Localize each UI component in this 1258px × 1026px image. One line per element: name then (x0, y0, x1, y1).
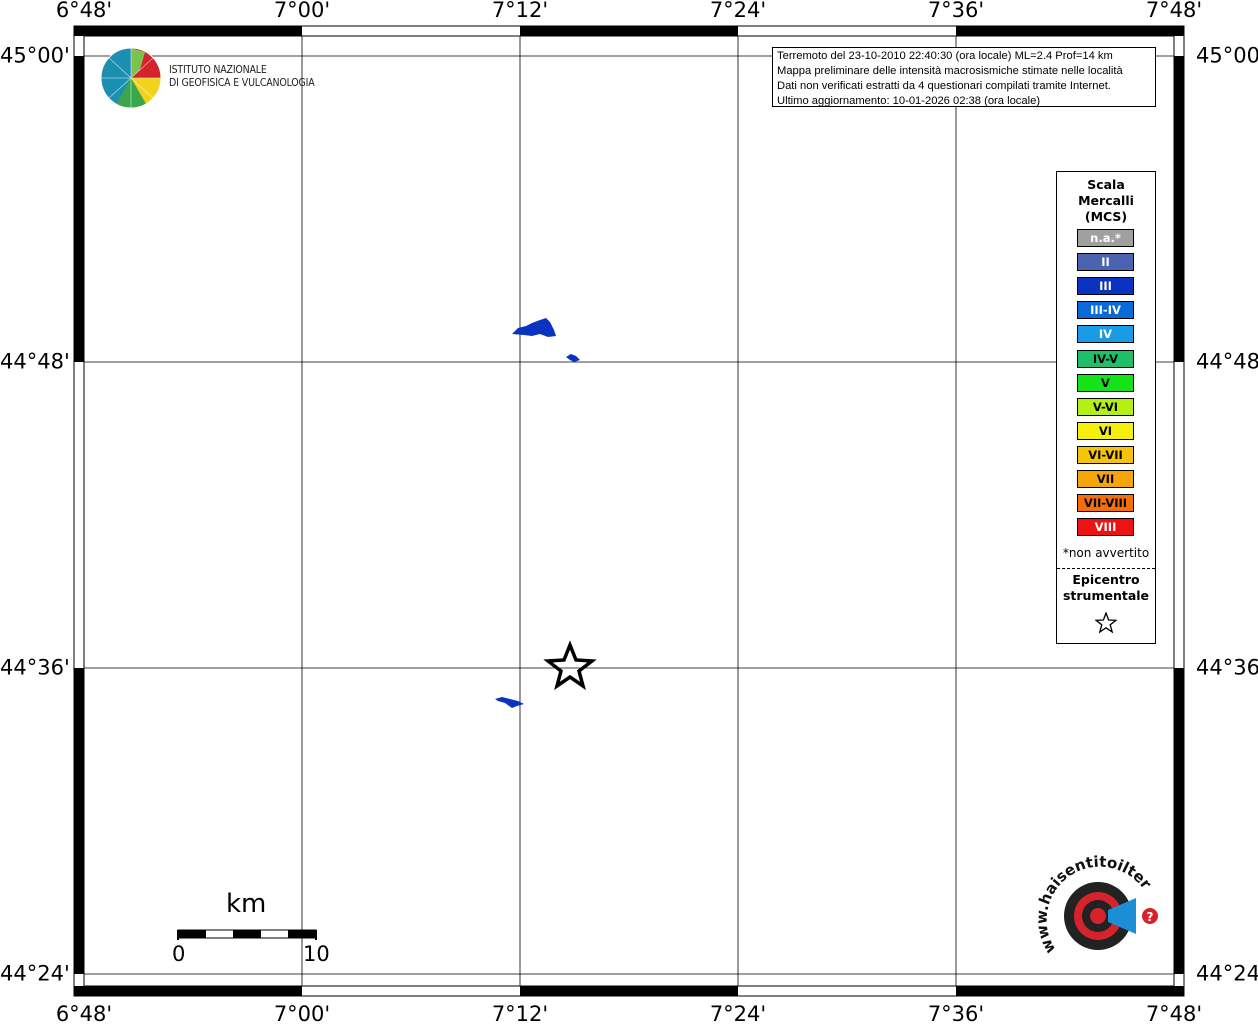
graticule (84, 36, 1174, 986)
intensity-area-1[interactable] (512, 318, 556, 337)
info-line-2: Mappa preliminare delle intensità macros… (777, 65, 1123, 77)
epicenter-title-line-1: Epicentro (1072, 572, 1140, 587)
lon-label-bottom-4: 7°36' (927, 1002, 985, 1026)
lat-label-right-3: 44°24' (1196, 961, 1258, 986)
map-inner-frame (83, 35, 1175, 987)
svg-text:www.haisentitoilterremoto.it: www.haisentitoilterremoto.it (0, 0, 1155, 957)
legend-swatch-2: III (1077, 277, 1134, 296)
lat-label-left-0: 45°00' (0, 43, 70, 68)
lon-label-top-0: 6°48' (55, 0, 113, 22)
lon-label-bottom-5: 7°48' (1145, 1002, 1203, 1026)
legend-swatch-5: IV-V (1077, 349, 1134, 368)
lat-label-right-0: 45°00' (1196, 43, 1258, 68)
legend-swatch-8: VI (1077, 421, 1134, 440)
scale-end-label: 10 (303, 942, 330, 966)
lon-label-top-4: 7°36' (927, 0, 985, 22)
border-checker-top (74, 26, 1184, 36)
legend-swatch-3: III-IV (1077, 301, 1134, 320)
legend-title-line-2: Mercalli (1078, 193, 1134, 208)
hsit-logo-text: www.haisentitoilterremoto.it (0, 0, 1155, 957)
epicenter-legend-title: Epicentro strumentale (1057, 572, 1155, 604)
lon-label-bottom-1: 7°00' (273, 1002, 331, 1026)
epicenter-legend-star-icon (1095, 612, 1117, 634)
legend-swatch-0: n.a.* (1077, 229, 1134, 247)
legend-note: *non avvertito (1062, 546, 1150, 560)
lat-label-right-2: 44°36' (1196, 655, 1258, 680)
hsit-logo-icon: ? www.haisentitoilterremoto.it (0, 0, 1158, 957)
legend-swatch-7: V-VI (1077, 397, 1134, 416)
mcs-legend: Scala Mercalli (MCS) n.a.* II III III-IV IV I… (1056, 171, 1156, 644)
earthquake-info-box: Terremoto del 23-10-2010 22:40:30 (ora l… (772, 47, 1156, 107)
lon-label-bottom-2: 7°12' (491, 1002, 549, 1026)
legend-swatch-6: V (1077, 373, 1134, 392)
scale-bar (177, 929, 317, 940)
info-line-4: Ultimo aggiornamento: 10-01-2026 02:38 (… (777, 95, 1041, 107)
border-checker-right (1174, 56, 1184, 974)
ingv-name: ISTITUTO NAZIONALE DI GEOFISICA E VULCAN… (169, 64, 315, 90)
legend-title-line-1: Scala (1087, 177, 1125, 192)
lon-label-top-3: 7°24' (709, 0, 767, 22)
legend-title-line-3: (MCS) (1084, 209, 1128, 224)
legend-title: Scala Mercalli (MCS) (1057, 177, 1155, 225)
legend-swatch-9: VI-VII (1077, 445, 1134, 464)
lat-label-right-1: 44°48' (1196, 349, 1258, 374)
scale-unit-label: km (226, 889, 267, 919)
info-line-3: Dati non verificati estratti da 4 questi… (777, 80, 1111, 92)
border-checker-left (74, 56, 84, 974)
scale-start-label: 0 (172, 942, 186, 966)
intensity-area-2[interactable] (566, 354, 580, 362)
ingv-name-line-2: DI GEOFISICA E VULCANOLOGIA (169, 77, 315, 89)
map-frame (73, 25, 1185, 997)
info-line-1: Terremoto del 23-10-2010 22:40:30 (ora l… (777, 50, 1113, 62)
legend-swatch-4: IV (1077, 325, 1134, 344)
lon-label-bottom-0: 6°48' (55, 1002, 113, 1026)
legend-swatch-11: VII-VIII (1077, 494, 1134, 513)
legend-swatch-12: VIII (1077, 518, 1134, 537)
epicenter-star[interactable] (543, 640, 597, 691)
legend-swatch-10: VII (1077, 470, 1134, 488)
svg-text:?: ? (1147, 910, 1154, 924)
border-checker-bottom (74, 986, 1184, 996)
legend-swatch-1: II (1077, 253, 1134, 272)
lat-label-left-3: 44°24' (0, 961, 70, 986)
legend-separator (1057, 568, 1155, 569)
lat-label-left-2: 44°36' (0, 655, 70, 680)
lon-label-top-1: 7°00' (273, 0, 331, 22)
ingv-globe-icon (100, 47, 162, 109)
lon-label-bottom-3: 7°24' (709, 1002, 767, 1026)
epicenter-title-line-2: strumentale (1062, 588, 1150, 603)
lon-label-top-2: 7°12' (491, 0, 549, 22)
ingv-name-line-1: ISTITUTO NAZIONALE (169, 64, 267, 76)
lon-label-top-5: 7°48' (1145, 0, 1203, 22)
lat-label-left-1: 44°48' (0, 349, 70, 374)
